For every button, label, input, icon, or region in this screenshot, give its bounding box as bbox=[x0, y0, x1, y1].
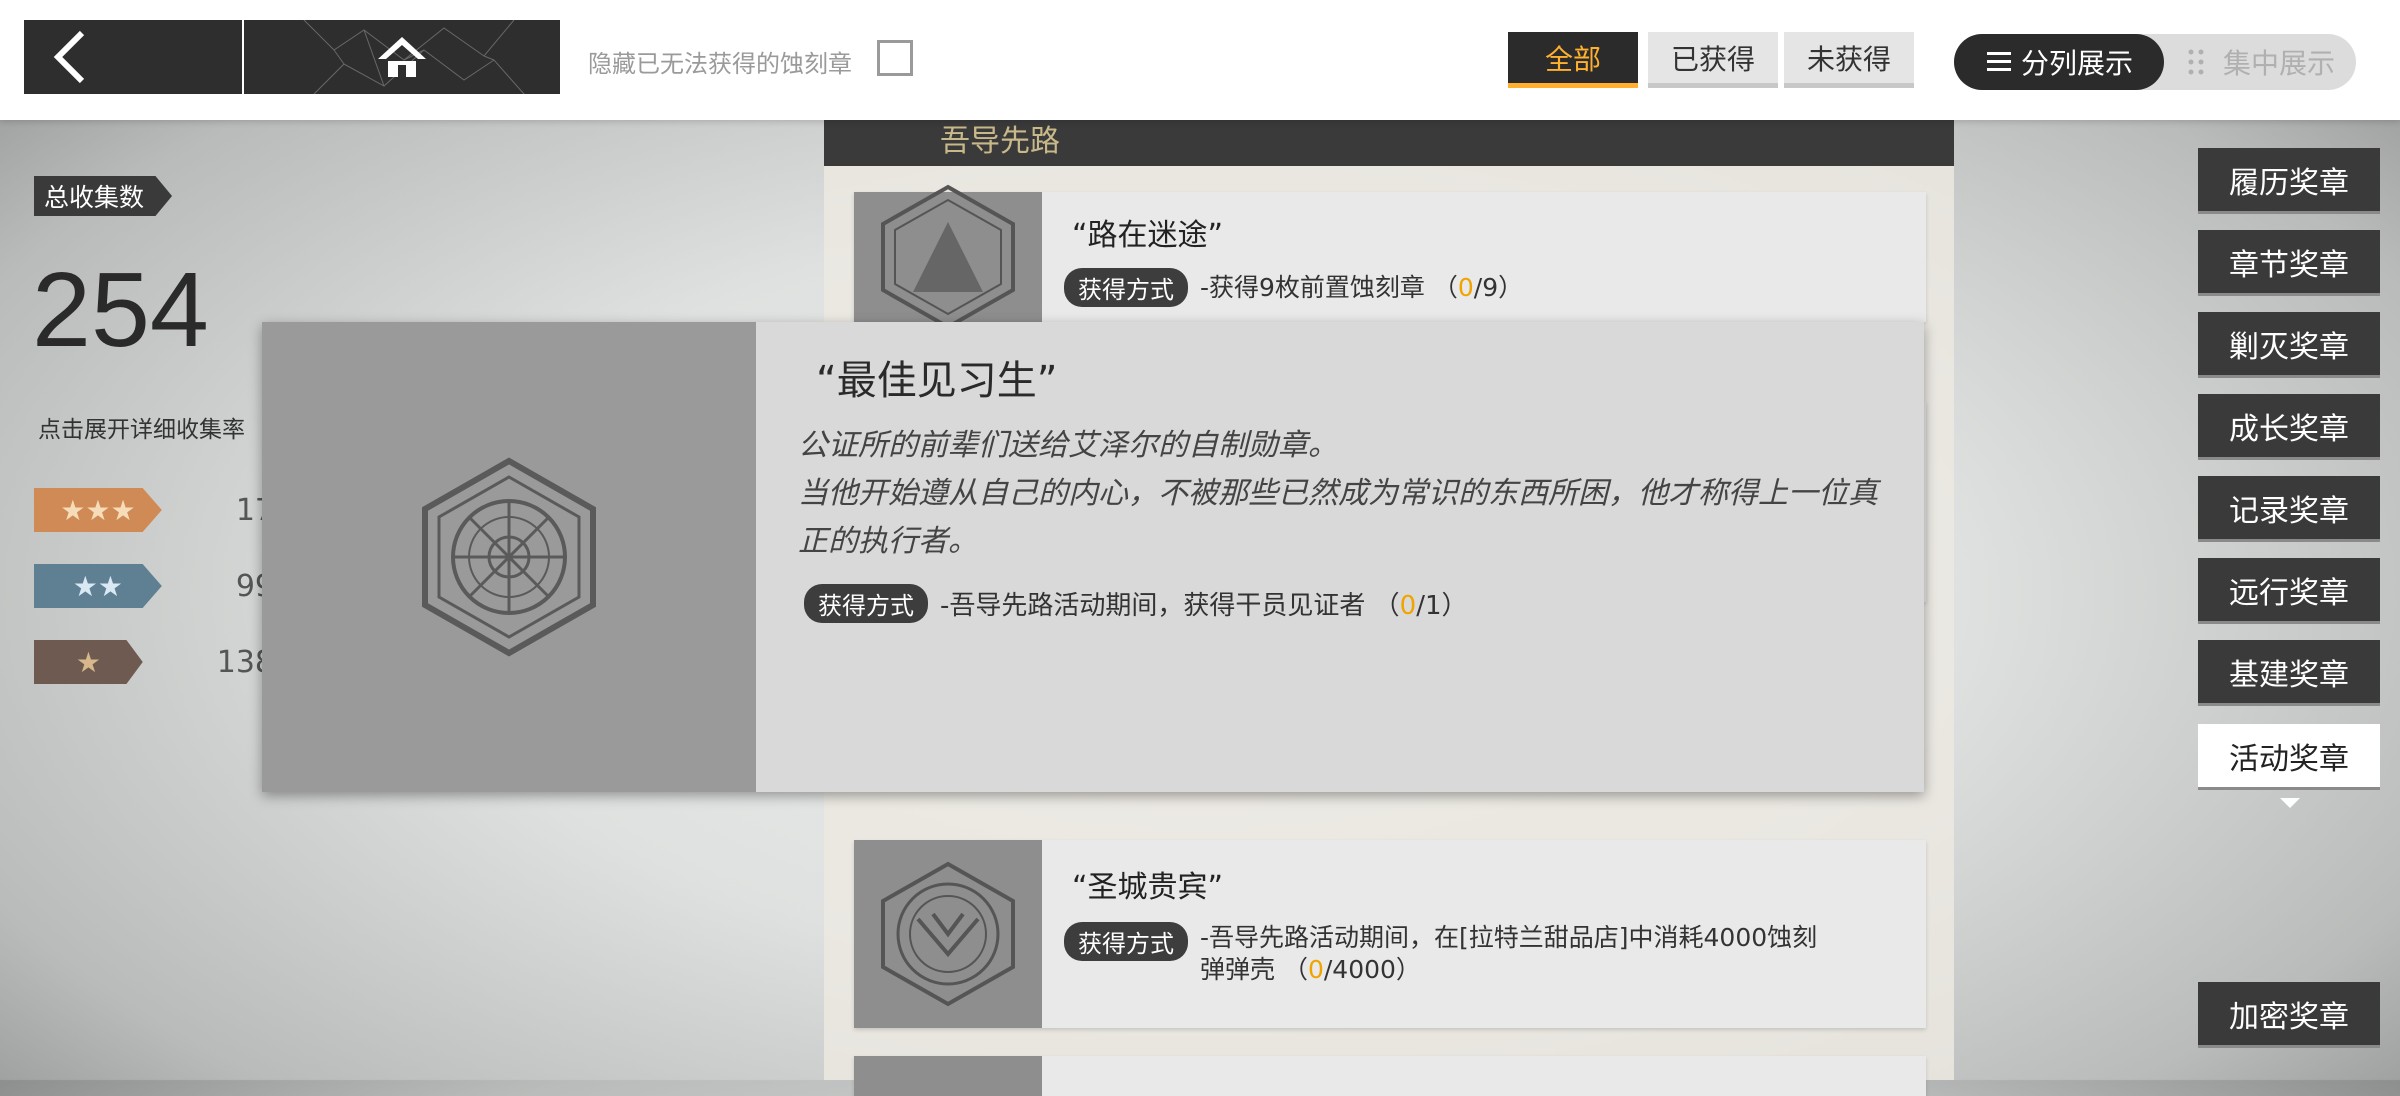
rank-1-row: ★ 138 bbox=[34, 640, 274, 684]
category-encrypted[interactable]: 加密奖章 bbox=[2198, 982, 2380, 1048]
view-focus-button[interactable]: 集中展示 bbox=[2176, 34, 2346, 90]
medal-icon-box bbox=[854, 184, 1042, 330]
obtain-method-badge: 获得方式 bbox=[1064, 922, 1188, 961]
popup-medal-title: “最佳见习生” bbox=[816, 358, 1058, 404]
popup-desc-line1: 公证所的前辈们送给艾泽尔的自制勋章。 bbox=[798, 428, 1338, 463]
grid-dots-icon bbox=[2188, 49, 2204, 75]
obtain-method-badge: 获得方式 bbox=[1064, 268, 1188, 307]
category-annihilation[interactable]: 剿灭奖章 bbox=[2198, 312, 2380, 378]
home-button[interactable] bbox=[244, 20, 560, 94]
category-event[interactable]: 活动奖章 bbox=[2198, 724, 2380, 790]
category-chapter[interactable]: 章节奖章 bbox=[2198, 230, 2380, 296]
popup-condition-text: -吾导先路活动期间，获得干员见证者 （0/1） bbox=[940, 591, 1468, 621]
obtain-method-badge: 获得方式 bbox=[804, 584, 928, 623]
category-record[interactable]: 记录奖章 bbox=[2198, 476, 2380, 542]
view-split-label: 分列展示 bbox=[2020, 47, 2133, 80]
medal-title: “路在迷途” bbox=[1072, 218, 1224, 253]
medal-detail-popup[interactable]: “最佳见习生” 公证所的前辈们送给艾泽尔的自制勋章。 当他开始遵从自己的内心，不… bbox=[262, 322, 1924, 792]
filter-tab-obtained[interactable]: 已获得 bbox=[1648, 32, 1778, 88]
event-banner-title: 吾导先路 bbox=[940, 124, 1060, 159]
one-star-icon: ★ bbox=[34, 640, 143, 684]
medal-card[interactable]: “路在迷途” 获得方式 -获得9枚前置蚀刻章 （0/9） bbox=[854, 184, 1926, 330]
view-split-button[interactable]: 分列展示 bbox=[1954, 34, 2164, 90]
view-focus-label: 集中展示 bbox=[2222, 47, 2335, 80]
medal-icon-box bbox=[854, 840, 1042, 1028]
popup-medal-description: 公证所的前辈们送给艾泽尔的自制勋章。 当他开始遵从自己的内心，不被那些已然成为常… bbox=[798, 422, 1878, 566]
medal-icon-box bbox=[854, 1056, 1042, 1096]
two-star-icon: ★★ bbox=[34, 564, 162, 608]
back-button[interactable] bbox=[24, 20, 242, 94]
medal-condition-text: -获得9枚前置蚀刻章 （0/9） bbox=[1200, 273, 1524, 302]
expand-detail-hint[interactable]: 点击展开详细收集率 bbox=[38, 410, 245, 444]
rank-3-row: ★★★ 17 bbox=[34, 488, 274, 532]
popup-medal-condition: 获得方式 -吾导先路活动期间，获得干员见证者 （0/1） bbox=[804, 584, 1468, 623]
category-expedition[interactable]: 远行奖章 bbox=[2198, 558, 2380, 624]
compass-medal-icon bbox=[422, 457, 596, 657]
category-growth[interactable]: 成长奖章 bbox=[2198, 394, 2380, 460]
medal-title: “圣城贵宾” bbox=[1072, 870, 1224, 905]
popup-medal-icon-box bbox=[262, 322, 756, 792]
rank-2-row: ★★ 99 bbox=[34, 564, 274, 608]
list-icon bbox=[1986, 52, 2011, 71]
chevron-left-icon bbox=[53, 30, 85, 84]
popup-desc-line2: 当他开始遵从自己的内心，不被那些已然成为常识的东西所困，他才称得上一位真正的执行… bbox=[798, 476, 1878, 559]
hide-unobtainable-label: 隐藏已无法获得的蚀刻章 bbox=[588, 50, 852, 78]
home-icon bbox=[378, 37, 426, 77]
medal-condition: 获得方式 -吾导先路活动期间，在[拉特兰甜品店]中消耗4000蚀刻 弹弹壳 （0… bbox=[1064, 922, 1817, 986]
mountain-medal-icon bbox=[881, 184, 1015, 330]
category-base[interactable]: 基建奖章 bbox=[2198, 640, 2380, 706]
active-category-caret bbox=[2280, 798, 2300, 808]
total-collection-count: 254 bbox=[32, 251, 209, 369]
medal-condition: 获得方式 -获得9枚前置蚀刻章 （0/9） bbox=[1064, 268, 1523, 307]
medal-card[interactable] bbox=[854, 1056, 1926, 1096]
three-star-icon: ★★★ bbox=[34, 488, 162, 532]
medal-card[interactable]: “圣城贵宾” 获得方式 -吾导先路活动期间，在[拉特兰甜品店]中消耗4000蚀刻… bbox=[854, 840, 1926, 1028]
angel-medal-icon bbox=[881, 861, 1015, 1007]
medal-condition-text: -吾导先路活动期间，在[拉特兰甜品店]中消耗4000蚀刻 弹弹壳 （0/4000… bbox=[1200, 923, 1818, 984]
total-collection-tag: 总收集数 bbox=[34, 176, 173, 216]
filter-tab-all[interactable]: 全部 bbox=[1508, 32, 1638, 88]
filter-tab-unobtained[interactable]: 未获得 bbox=[1784, 32, 1914, 88]
hide-unobtainable-checkbox[interactable] bbox=[877, 40, 913, 76]
category-resume[interactable]: 履历奖章 bbox=[2198, 148, 2380, 214]
